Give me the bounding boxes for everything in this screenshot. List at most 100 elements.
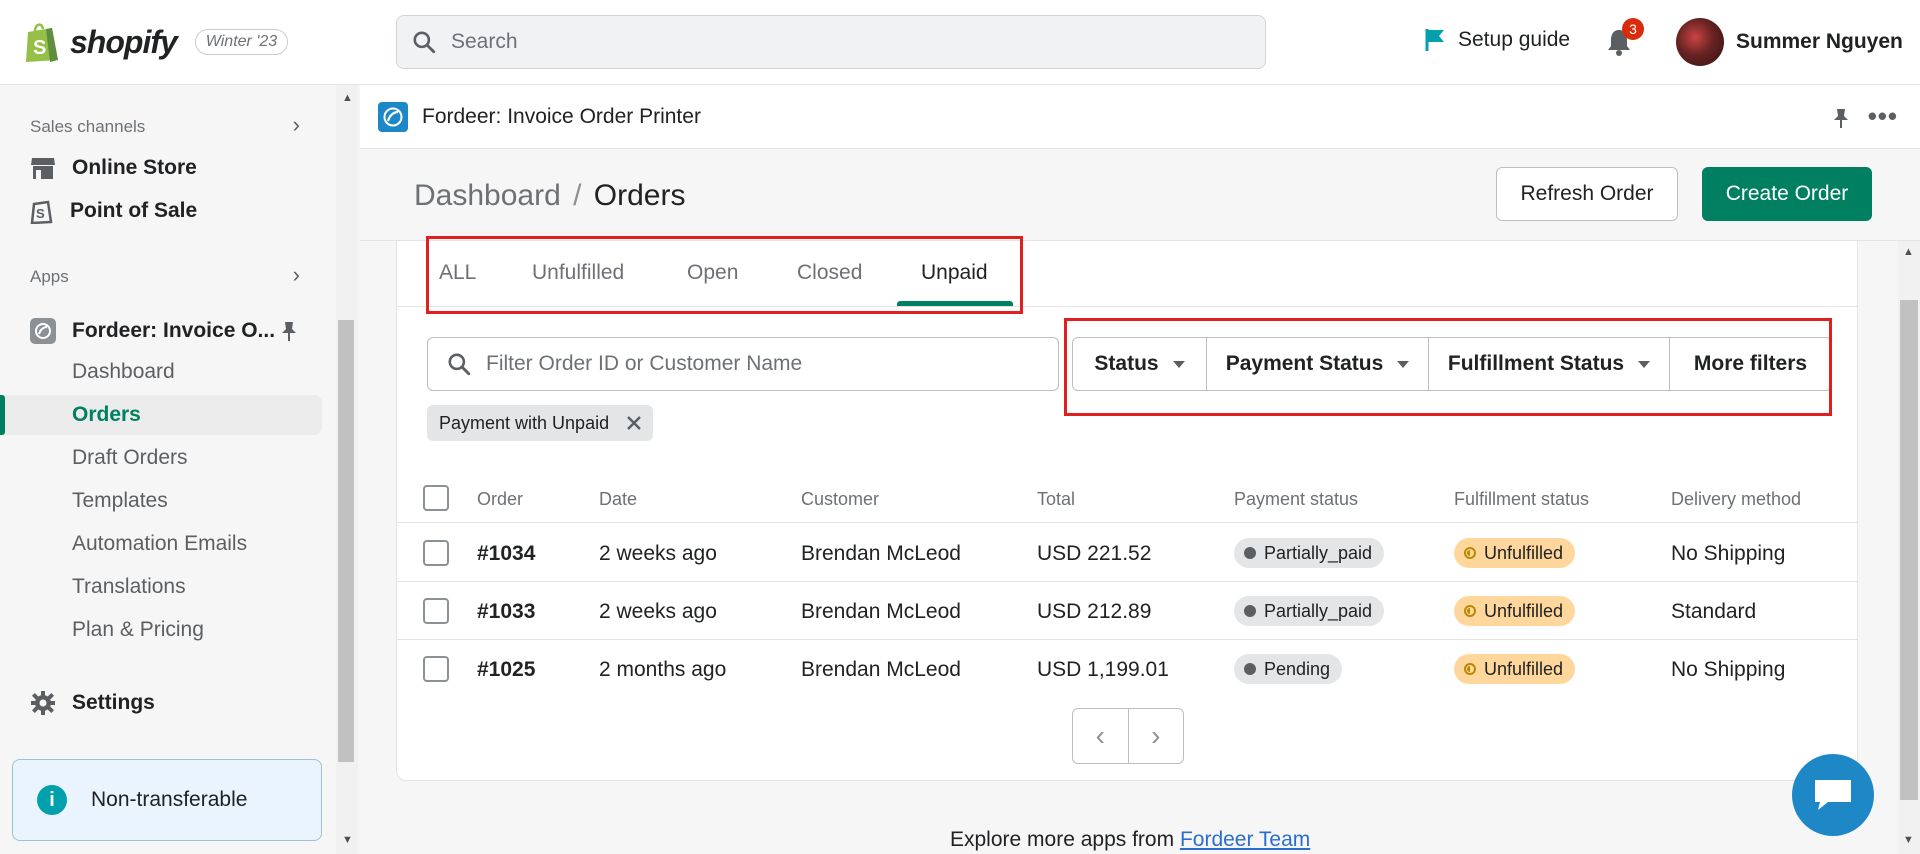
column-header-fulfillment-status[interactable]: Fulfillment status [1454,489,1589,510]
fordeer-logo-icon [378,101,408,132]
store-icon [31,158,55,179]
scroll-up-arrow[interactable]: ▲ [342,92,353,104]
search-placeholder: Search [451,30,518,53]
column-header-payment-status[interactable]: Payment status [1234,489,1358,510]
sidebar-sub-item[interactable]: Templates [72,489,168,513]
date-cell: 2 weeks ago [599,600,717,623]
global-search[interactable]: Search [396,15,1266,69]
table-row[interactable]: #1025 2 months ago Brendan McLeod USD 1,199… [397,640,1857,698]
search-icon [413,31,436,54]
pos-bag-icon: S [30,200,53,224]
column-header-total[interactable]: Total [1037,489,1075,510]
page-title: Orders [593,179,686,212]
table-row[interactable]: #1034 2 weeks ago Brendan McLeod USD 221.52… [397,524,1857,582]
total-cell: USD 1,199.01 [1037,658,1169,681]
order-id-cell[interactable]: #1025 [477,658,535,682]
sidebar-sub-item[interactable]: Draft Orders [72,446,188,470]
row-checkbox[interactable] [423,656,449,682]
column-header-order[interactable]: Order [477,489,523,510]
non-transferable-banner[interactable]: i Non-transferable [12,759,322,841]
gear-icon [31,691,55,715]
next-page-button[interactable]: › [1129,709,1184,763]
applied-filter-chip: Payment with Unpaid [427,405,654,441]
select-all-checkbox[interactable] [423,485,449,511]
sidebar-sub-item[interactable]: Automation Emails [72,532,247,556]
sidebar-active-indicator [0,395,5,435]
scroll-down-arrow[interactable]: ▼ [342,834,353,846]
scroll-up-arrow[interactable]: ▲ [1903,246,1914,258]
apps-section[interactable]: Apps › [30,262,300,287]
date-cell: 2 weeks ago [599,542,717,565]
applied-filter-label: Payment with Unpaid [439,412,610,433]
explore-more-apps: Explore more apps from Fordeer Team [950,828,1310,852]
order-id-cell[interactable]: #1033 [477,600,535,624]
sidebar-scrollbar-thumb[interactable] [338,320,354,762]
column-header-delivery-method[interactable]: Delivery method [1671,489,1801,510]
create-order-button[interactable]: Create Order [1702,167,1872,221]
chevron-right-icon: › [292,262,300,287]
chat-bubble-icon [1815,780,1851,810]
pin-icon[interactable] [280,320,298,347]
top-bar: S shopify Winter '23 Search Setup guide … [0,0,1920,85]
total-cell: USD 221.52 [1037,542,1152,565]
sidebar-sub-item[interactable]: Plan & Pricing [72,618,204,642]
fulfillment-status-label: Unfulfilled [1484,600,1564,621]
fordeer-team-link[interactable]: Fordeer Team [1180,828,1310,851]
sidebar-item-label: Settings [72,691,155,714]
chevron-right-icon: › [292,112,300,137]
sidebar-item-point-of-sale[interactable]: S Point of Sale [30,198,197,224]
row-checkbox[interactable] [423,598,449,624]
sidebar-sub-item[interactable]: Orders [72,403,141,427]
pin-icon [1834,109,1848,128]
user-menu[interactable]: Summer Nguyen [1676,18,1903,66]
shopify-bag-icon: S [22,20,62,64]
close-icon[interactable] [627,416,641,430]
payment-status-badge: Pending [1234,654,1343,684]
fulfillment-status-label: Unfulfilled [1484,542,1564,563]
sidebar-item-online-store[interactable]: Online Store [30,156,197,180]
non-transferable-label: Non-transferable [91,788,248,811]
status-dot-icon [1244,547,1256,559]
total-cell: USD 212.89 [1037,600,1152,623]
order-filter-input[interactable]: Filter Order ID or Customer Name [427,337,1059,391]
pin-app-button[interactable] [1832,107,1850,134]
avatar [1676,18,1724,66]
sidebar-active-highlight [0,395,322,435]
pagination: ‹ › [1072,708,1184,764]
table-row[interactable]: #1033 2 weeks ago Brendan McLeod USD 212.89… [397,582,1857,640]
fulfillment-status-badge: Unfulfilled [1454,538,1576,568]
explore-text: Explore more apps from [950,828,1175,851]
status-dot-icon [1244,663,1256,675]
chat-widget-button[interactable] [1792,754,1874,836]
fordeer-app-icon [30,318,56,344]
filter-placeholder: Filter Order ID or Customer Name [486,352,803,375]
main-scrollbar-thumb[interactable] [1900,300,1918,800]
fulfillment-status-badge: Unfulfilled [1454,596,1576,626]
app-title: Fordeer: Invoice Order Printer [422,104,701,128]
row-checkbox[interactable] [423,540,449,566]
payment-status-label: Pending [1264,658,1331,679]
scroll-down-arrow[interactable]: ▼ [1903,834,1914,846]
refresh-order-button[interactable]: Refresh Order [1496,167,1678,221]
edition-badge: Winter '23 [194,29,289,55]
sidebar-item-app-fordeer[interactable]: Fordeer: Invoice O... [30,318,302,344]
notification-count-badge: 3 [1622,18,1644,40]
sidebar-item-settings[interactable]: Settings [30,690,155,716]
fulfillment-status-label: Unfulfilled [1484,658,1564,679]
column-header-customer[interactable]: Customer [801,489,879,510]
previous-page-button[interactable]: ‹ [1073,709,1129,763]
fulfillment-status-badge: Unfulfilled [1454,654,1576,684]
shopify-logo[interactable]: S shopify Winter '23 [22,20,289,64]
sidebar-sub-item[interactable]: Dashboard [72,360,175,384]
breadcrumb-separator: / [573,179,582,212]
payment-status-badge: Partially_paid [1234,538,1385,568]
svg-text:S: S [33,37,46,59]
column-header-date[interactable]: Date [599,489,637,510]
sidebar-sub-item[interactable]: Translations [72,575,186,599]
breadcrumb-dashboard-link[interactable]: Dashboard [414,179,561,212]
sales-channels-section[interactable]: Sales channels › [30,112,300,137]
order-id-cell[interactable]: #1034 [477,542,535,566]
setup-guide-button[interactable]: Setup guide [1424,27,1570,53]
user-name: Summer Nguyen [1736,30,1903,53]
more-actions-icon[interactable]: ••• [1868,101,1898,132]
